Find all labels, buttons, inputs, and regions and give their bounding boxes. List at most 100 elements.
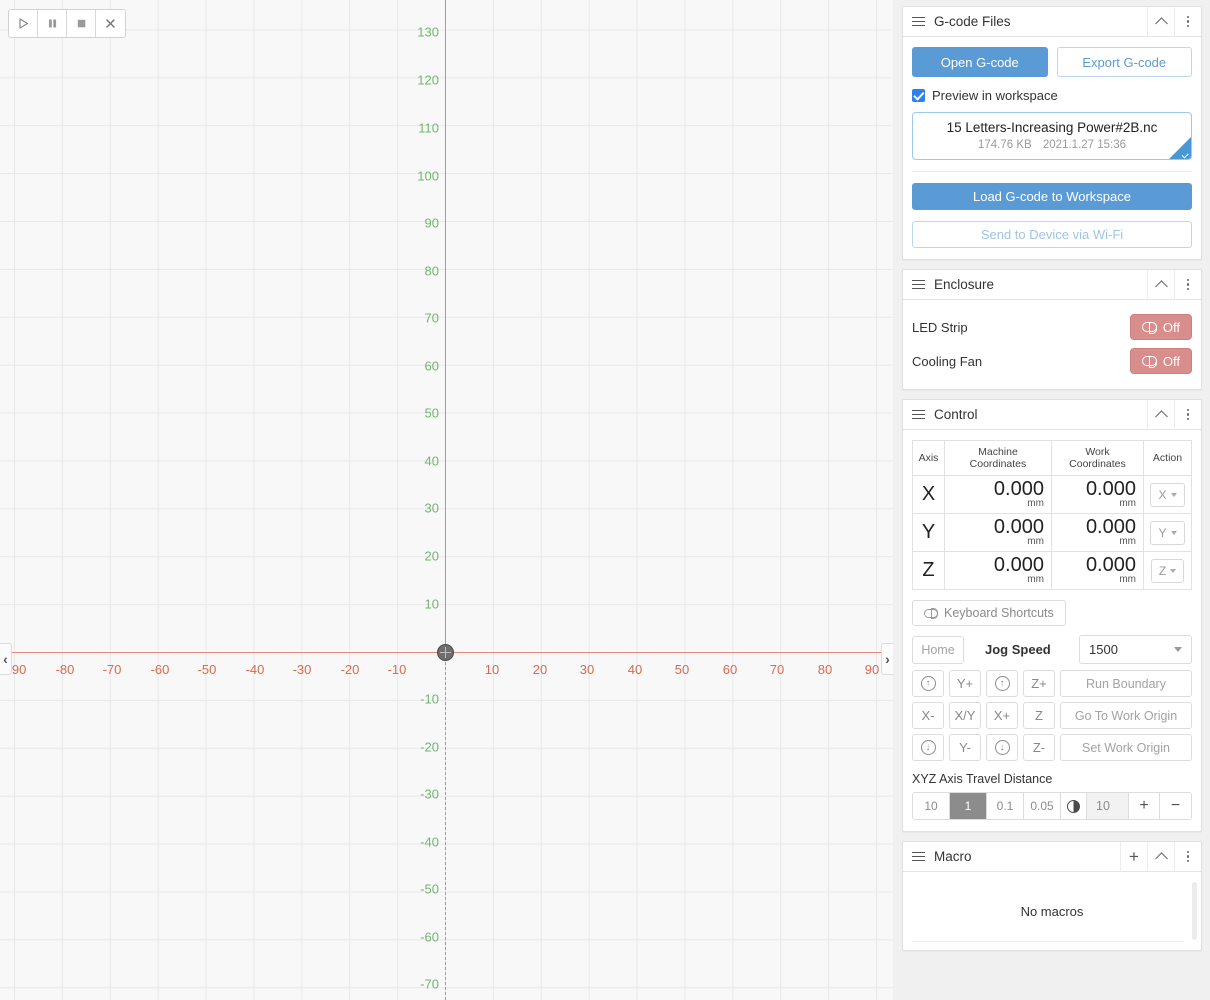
enclosure-toggle-button[interactable]: Off	[1129, 348, 1192, 374]
jog-y-plus[interactable]: Y+	[949, 670, 981, 697]
coordinate-value: 0.000	[1085, 478, 1136, 500]
preview-checkbox[interactable]	[912, 89, 925, 102]
enclosure-toggle-button[interactable]: Off	[1129, 314, 1192, 340]
jog-up-left[interactable]: ↑	[912, 670, 944, 697]
macro-collapse-button[interactable]	[1147, 841, 1174, 872]
control-drag-handle[interactable]: Control	[903, 407, 1147, 422]
macro-drag-handle[interactable]: Macro	[903, 849, 1120, 864]
half-circle-icon	[1067, 799, 1080, 813]
jog-down-left[interactable]: ↓	[912, 734, 944, 761]
control-menu-button[interactable]	[1174, 399, 1201, 430]
x-tick-label: 90	[864, 662, 880, 677]
y-tick-label: 100	[417, 168, 439, 184]
travel-contrast-button[interactable]	[1061, 793, 1087, 819]
y-tick-label: 120	[417, 72, 439, 88]
chevron-up-icon	[1154, 852, 1168, 865]
y-tick-label: -10	[420, 691, 439, 707]
gcode-collapse-button[interactable]	[1147, 6, 1174, 37]
macro-scrollbar[interactable]	[1192, 882, 1197, 940]
home-button[interactable]: Home	[912, 635, 964, 664]
jog-speed-select[interactable]: 1500	[1079, 635, 1192, 664]
jog-z-plus[interactable]: Z+	[1023, 670, 1055, 697]
control-body: Axis Machine Coordinates Work Coordinates A…	[903, 430, 1201, 831]
collapse-right-chevron-icon[interactable]: ›	[881, 643, 893, 675]
toggle-icon	[1141, 355, 1157, 368]
coordinate-value: 0.000	[993, 554, 1044, 576]
chevron-up-icon	[1154, 17, 1168, 30]
axis-action-dropdown[interactable]: Y	[1150, 520, 1185, 545]
jog-xy-home[interactable]: X/Y	[949, 702, 981, 729]
jog-button-label: Z	[1035, 708, 1043, 723]
gcode-file-card[interactable]: 15 Letters-Increasing Power#2B.nc 174.76…	[912, 112, 1192, 160]
enclosure-row: LED Strip Off	[912, 310, 1192, 344]
plus-icon: +	[1129, 847, 1139, 866]
jog-x-plus[interactable]: X+	[986, 702, 1018, 729]
work-coordinate-cell: 0.000 mm	[1050, 513, 1145, 552]
jog-down-right[interactable]: ↓	[986, 734, 1018, 761]
go-to-work-origin-button[interactable]: Go To Work Origin	[1060, 702, 1192, 729]
run-boundary-button[interactable]: Run Boundary	[1060, 670, 1192, 697]
kebab-menu-icon	[1186, 850, 1190, 863]
stop-button[interactable]	[67, 10, 96, 37]
axis-name-cell: Y	[912, 513, 945, 552]
macro-add-button[interactable]: +	[1120, 841, 1147, 872]
coordinates-table-header: Axis Machine Coordinates Work Coordinates A…	[912, 440, 1192, 476]
jog-x-minus[interactable]: X-	[912, 702, 944, 729]
travel-distance-option[interactable]: 0.1	[987, 793, 1024, 819]
export-gcode-button[interactable]: Export G-code	[1056, 47, 1192, 77]
workspace-canvas[interactable]: -90 -80 -70 -60 -50 -40 -30 -20 -10 10 20 30 40 50 60 7…	[0, 0, 893, 1000]
enclosure-title: Enclosure	[934, 277, 995, 292]
enclosure-row-label: LED Strip	[912, 319, 968, 335]
jog-speed-value: 1500	[1089, 642, 1118, 657]
macro-divider	[912, 941, 1183, 942]
x-tick-label: 50	[674, 662, 690, 677]
control-collapse-button[interactable]	[1147, 399, 1174, 430]
playback-toolbar	[8, 9, 126, 38]
load-gcode-button[interactable]: Load G-code to Workspace	[912, 183, 1192, 210]
hamburger-icon	[912, 16, 925, 27]
x-tick-label: 80	[817, 662, 833, 677]
travel-increment-button[interactable]: +	[1129, 793, 1160, 819]
play-button[interactable]	[9, 10, 38, 37]
send-to-device-wifi-button[interactable]: Send to Device via Wi-Fi	[912, 221, 1192, 248]
jog-up-right[interactable]: ↑	[986, 670, 1018, 697]
travel-decrement-button[interactable]: −	[1160, 793, 1191, 819]
travel-distance-option[interactable]: 10	[913, 793, 950, 819]
travel-distance-option[interactable]: 0.05	[1024, 793, 1061, 819]
work-coordinate-cell: 0.000 mm	[1050, 475, 1145, 514]
coordinates-table-body: X 0.000 mm 0.000 mm X Y 0.000 mm 0.000 mm Y Z 0.000 mm…	[912, 475, 1192, 590]
work-origin-marker[interactable]	[436, 643, 454, 661]
preview-in-workspace-row[interactable]: Preview in workspace	[912, 88, 1192, 103]
enclosure-menu-button[interactable]	[1174, 269, 1201, 300]
jog-z-home[interactable]: Z	[1023, 702, 1055, 729]
gcode-menu-button[interactable]	[1174, 6, 1201, 37]
y-tick-label: -40	[420, 834, 439, 850]
coordinates-column-header: Axis	[912, 440, 945, 476]
jog-z-minus[interactable]: Z-	[1023, 734, 1055, 761]
enclosure-collapse-button[interactable]	[1147, 269, 1174, 300]
kebab-menu-icon	[1186, 278, 1190, 291]
axis-action-dropdown[interactable]: X	[1150, 482, 1185, 507]
open-gcode-button[interactable]: Open G-code	[912, 47, 1048, 77]
pause-button[interactable]	[38, 10, 67, 37]
macro-menu-button[interactable]	[1174, 841, 1201, 872]
gcode-files-header: G-code Files	[903, 6, 1201, 37]
gcode-files-body: Open G-code Export G-code Preview in wor…	[903, 37, 1201, 259]
travel-distance-input[interactable]: 10	[1087, 793, 1129, 819]
axis-action-dropdown[interactable]: Z	[1150, 558, 1185, 583]
close-button[interactable]	[96, 10, 125, 37]
machine-coordinate-cell: 0.000 mm	[944, 513, 1052, 552]
travel-distance-option[interactable]: 1	[950, 793, 987, 819]
y-tick-label: 40	[424, 453, 439, 469]
keyboard-shortcuts-button[interactable]: Keyboard Shortcuts	[912, 600, 1066, 626]
collapse-left-chevron-icon[interactable]: ‹	[0, 643, 12, 675]
jog-y-minus[interactable]: Y-	[949, 734, 981, 761]
chevron-down-icon	[1170, 568, 1177, 573]
app-root: -90 -80 -70 -60 -50 -40 -30 -20 -10 10 20 30 40 50 60 7…	[0, 0, 1210, 1000]
set-work-origin-button[interactable]: Set Work Origin	[1060, 734, 1192, 761]
gcode-files-drag-handle[interactable]: G-code Files	[903, 14, 1147, 29]
enclosure-drag-handle[interactable]: Enclosure	[903, 277, 1147, 292]
jog-button-label: X-	[921, 708, 935, 723]
y-tick-label: -30	[420, 786, 439, 802]
toggle-icon	[924, 608, 938, 620]
